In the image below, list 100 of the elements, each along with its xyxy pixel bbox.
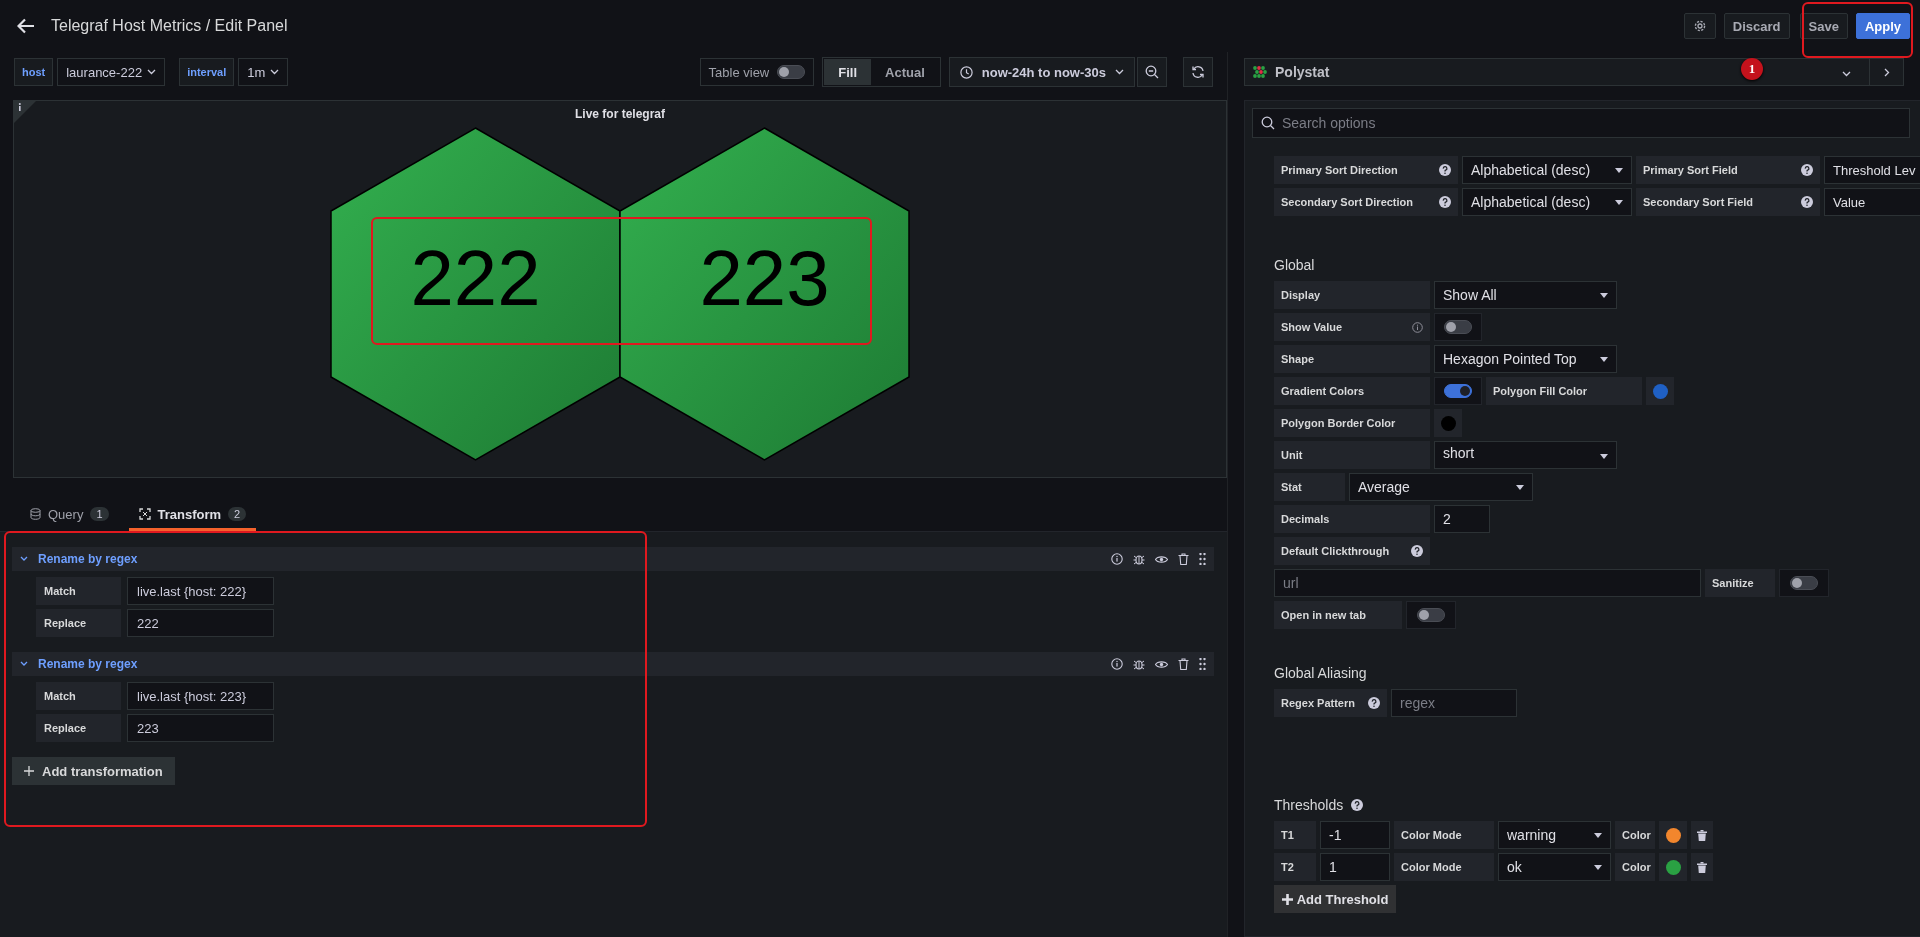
color-swatch[interactable] xyxy=(1665,827,1681,843)
field-label: Match xyxy=(36,577,121,605)
delete-button[interactable] xyxy=(1691,853,1713,881)
select-field[interactable]: short xyxy=(1434,441,1617,469)
select-field[interactable]: Alphabetical (desc) xyxy=(1462,188,1632,216)
trash-icon[interactable] xyxy=(1178,553,1189,565)
info-icon xyxy=(1412,321,1423,333)
add-transformation-button[interactable]: Add transformation xyxy=(12,757,175,785)
caret-icon xyxy=(1516,484,1524,490)
toggle-switch[interactable] xyxy=(1444,320,1472,334)
chevron-down-icon xyxy=(147,69,157,75)
field-label: Replace xyxy=(36,714,121,742)
section-title: Global xyxy=(1274,257,1315,273)
input-field[interactable]: live.last {host: 223} xyxy=(127,682,274,710)
table-view-switch[interactable] xyxy=(777,65,806,79)
plus-icon xyxy=(24,766,34,776)
select-field[interactable]: Show All xyxy=(1434,281,1617,309)
add-threshold-button[interactable]: Add Threshold xyxy=(1274,885,1396,913)
info-icon[interactable] xyxy=(1111,553,1123,565)
option-label: Color xyxy=(1622,861,1651,873)
select-field[interactable]: Value xyxy=(1824,188,1920,216)
input-field[interactable]: url xyxy=(1274,569,1701,597)
caret-icon xyxy=(1600,292,1608,298)
trash-icon[interactable] xyxy=(1178,658,1189,670)
option-label: Open in new tab xyxy=(1281,609,1366,621)
refresh-icon xyxy=(1191,65,1205,79)
drag-handle-icon[interactable] xyxy=(1199,658,1206,670)
table-view-label: Table view xyxy=(708,64,770,80)
option-label: Polygon Border Color xyxy=(1281,417,1396,429)
search-field[interactable]: Search options xyxy=(1252,108,1910,138)
input-field[interactable]: 222 xyxy=(127,609,274,637)
option-label: Stat xyxy=(1281,481,1302,493)
variable-dropdown[interactable]: laurance-222 xyxy=(57,58,166,86)
transformation-title: Rename by regex xyxy=(38,657,138,671)
bug-icon[interactable] xyxy=(1133,658,1145,670)
fit-option[interactable]: Fill xyxy=(824,59,872,85)
toggle-switch[interactable] xyxy=(1790,576,1818,590)
input-field[interactable]: regex xyxy=(1391,689,1517,717)
discard-button[interactable]: Discard xyxy=(1723,13,1790,39)
option-label: Polygon Fill Color xyxy=(1493,385,1588,397)
select-field[interactable]: ok xyxy=(1498,853,1611,881)
option-label: Secondary Sort Direction xyxy=(1281,196,1414,208)
chevron-down-icon xyxy=(1115,69,1124,75)
field-label: Match xyxy=(36,682,121,710)
color-swatch[interactable] xyxy=(1652,383,1668,399)
chevron-down-icon xyxy=(270,69,280,75)
color-swatch[interactable] xyxy=(1665,859,1681,875)
delete-button[interactable] xyxy=(1691,821,1713,849)
eye-icon[interactable] xyxy=(1155,554,1168,564)
input-field[interactable]: 1 xyxy=(1320,853,1390,881)
help-icon xyxy=(1439,164,1451,176)
toggle-switch[interactable] xyxy=(1444,384,1472,398)
refresh-button[interactable] xyxy=(1183,57,1213,87)
select-field[interactable]: Threshold Lev xyxy=(1824,156,1920,184)
apply-button[interactable]: Apply xyxy=(1855,13,1910,39)
input-field[interactable]: live.last {host: 222} xyxy=(127,577,274,605)
back-arrow-icon[interactable] xyxy=(17,18,35,34)
eye-icon[interactable] xyxy=(1155,659,1168,669)
option-label: Color Mode xyxy=(1401,829,1462,841)
help-icon xyxy=(1351,799,1364,811)
option-label: Color xyxy=(1622,829,1651,841)
variable-dropdown[interactable]: 1m xyxy=(238,58,289,86)
bug-icon[interactable] xyxy=(1133,553,1145,565)
info-corner-icon[interactable] xyxy=(14,101,36,123)
settings-button[interactable] xyxy=(1683,13,1716,39)
drag-handle-icon[interactable] xyxy=(1199,553,1206,565)
select-field[interactable]: Average xyxy=(1349,473,1533,501)
editor-tab[interactable]: Query 1 xyxy=(20,500,119,531)
time-range-picker[interactable]: now-24h to now-30s xyxy=(948,57,1135,87)
chevron-down-icon xyxy=(1842,71,1851,77)
option-label: Sanitize xyxy=(1712,577,1754,589)
fit-option[interactable]: Actual xyxy=(871,59,939,85)
info-icon[interactable] xyxy=(1111,658,1123,670)
collapse-icon[interactable] xyxy=(20,556,28,562)
collapse-icon[interactable] xyxy=(20,661,28,667)
hexagon-cluster-icon xyxy=(1253,66,1267,78)
input-field[interactable]: 223 xyxy=(127,714,274,742)
save-button[interactable]: Save xyxy=(1799,13,1848,39)
chevron-right-icon xyxy=(1883,67,1890,77)
select-field[interactable]: Hexagon Pointed Top xyxy=(1434,345,1617,373)
select-field[interactable]: Alphabetical (desc) xyxy=(1462,156,1632,184)
input-field[interactable]: 2 xyxy=(1434,505,1490,533)
toggle-switch[interactable] xyxy=(1417,608,1445,622)
zoom-out-button[interactable] xyxy=(1137,57,1167,87)
option-label: Secondary Sort Field xyxy=(1643,196,1754,208)
visualization-name: Polystat xyxy=(1275,64,1330,80)
option-label: T1 xyxy=(1281,829,1294,841)
panel-title: Live for telegraf xyxy=(575,107,665,123)
color-swatch[interactable] xyxy=(1440,415,1456,431)
transformation-title: Rename by regex xyxy=(38,552,138,566)
input-field[interactable]: -1 xyxy=(1320,821,1390,849)
field-label: Replace xyxy=(36,609,121,637)
caret-icon xyxy=(1594,864,1602,870)
select-field[interactable]: warning xyxy=(1498,821,1611,849)
help-icon xyxy=(1368,697,1380,709)
option-label: Shape xyxy=(1281,353,1314,365)
trash-icon xyxy=(1697,829,1707,841)
option-label: T2 xyxy=(1281,861,1294,873)
transform-icon xyxy=(138,508,151,520)
section-title: Global Aliasing xyxy=(1274,665,1367,681)
